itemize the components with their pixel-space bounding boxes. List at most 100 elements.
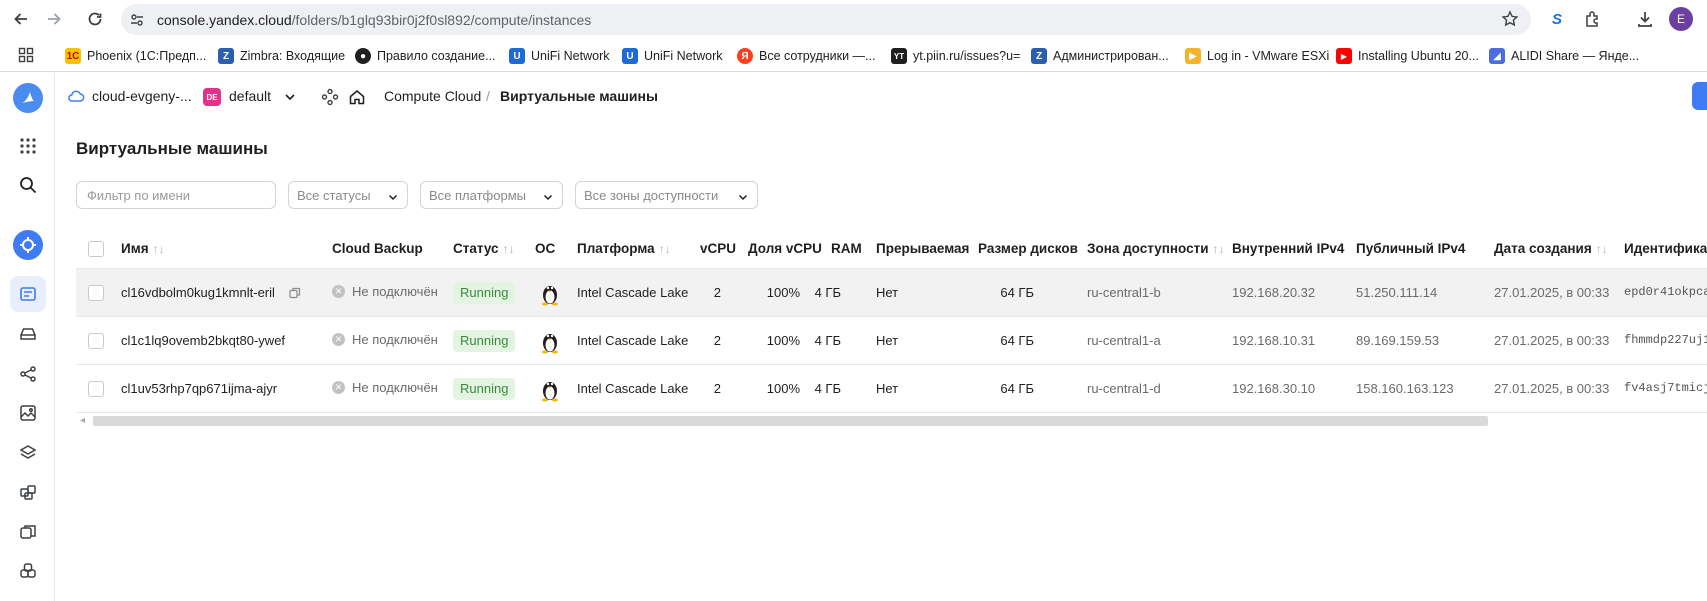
home-icon[interactable] — [348, 88, 366, 111]
back-button[interactable] — [9, 7, 33, 31]
address-bar[interactable]: console.yandex.cloud/folders/b1glq93bir0… — [121, 4, 1531, 35]
sort-icon[interactable]: ↑↓ — [153, 242, 165, 256]
column-header-platform[interactable]: Платформа ↑↓ — [577, 241, 671, 256]
platform-filter-select[interactable]: Все платформы — [420, 181, 563, 209]
yandex-cloud-logo-icon[interactable] — [10, 80, 46, 116]
bookmark-item[interactable]: Z Администрирован... — [1031, 46, 1169, 66]
instance-groups-icon[interactable] — [10, 474, 46, 510]
downloads-icon[interactable] — [1633, 7, 1657, 31]
copy-icon[interactable] — [289, 286, 301, 304]
chevron-down-icon[interactable] — [283, 90, 297, 109]
vm-id[interactable]: fhmmdp227uj1 — [1624, 333, 1707, 347]
forward-button[interactable] — [42, 7, 66, 31]
row-checkbox[interactable] — [88, 285, 104, 301]
service-map-icon[interactable] — [321, 88, 339, 111]
yandex-disk-icon: ◢ — [1489, 48, 1505, 64]
ipv4-public: 51.250.111.14 — [1356, 285, 1438, 300]
search-icon[interactable] — [10, 167, 46, 203]
site-settings-icon[interactable] — [129, 12, 145, 28]
compute-service-icon[interactable] — [10, 227, 46, 263]
services-grid-icon[interactable] — [10, 128, 46, 164]
bookmark-item[interactable]: U UniFi Network — [509, 46, 610, 66]
select-all-checkbox[interactable] — [88, 241, 104, 257]
sort-icon[interactable]: ↑↓ — [1213, 242, 1225, 256]
bookmark-item[interactable]: Я Все сотрудники —... — [737, 46, 875, 66]
bookmark-item[interactable]: Z Zimbra: Входящие — [218, 46, 345, 66]
backup-label: Не подключён — [352, 284, 438, 299]
bookmark-item[interactable]: ● Правило создание... — [355, 46, 496, 66]
bookmark-item[interactable]: ▶ Log in - VMware ESXi — [1185, 46, 1329, 66]
backup-status: ✕ Не подключён — [332, 332, 438, 347]
url-text[interactable]: console.yandex.cloud/folders/b1glq93bir0… — [157, 12, 591, 28]
created-date: 27.01.2025, в 00:33 — [1494, 285, 1610, 300]
bookmark-item[interactable]: ◢ ALIDI Share — Янде... — [1489, 46, 1639, 66]
table-row[interactable]: cl1uv53rhp7qp671ijma-ajyr ✕ Не подключён … — [76, 365, 1707, 413]
placement-groups-icon[interactable] — [10, 553, 46, 589]
bookmark-item[interactable]: 1С Phoenix (1С:Предп... — [65, 46, 206, 66]
bookmark-star-icon[interactable] — [1501, 10, 1519, 28]
bookmark-label: Zimbra: Входящие — [240, 49, 346, 63]
image-icon[interactable] — [10, 395, 46, 431]
column-label: Платформа — [577, 241, 655, 256]
apps-grid-icon[interactable] — [18, 47, 34, 68]
vm-name-link[interactable]: cl1c1lq9ovemb2bkqt80-ywef — [121, 333, 285, 348]
zimbra-icon: Z — [1031, 48, 1047, 64]
disk-icon[interactable] — [10, 316, 46, 352]
bookmark-label: Правило создание... — [377, 49, 496, 63]
snapshots-icon[interactable] — [10, 514, 46, 550]
vm-id[interactable]: fv4asj7tmicj — [1624, 381, 1707, 395]
bookmark-label: UniFi Network — [531, 49, 610, 63]
column-header-name[interactable]: Имя ↑↓ — [121, 241, 165, 256]
youtube-icon: ▶ — [1336, 48, 1352, 64]
unifi-icon: U — [509, 48, 525, 64]
extension-s-icon[interactable]: S — [1545, 7, 1569, 31]
vcpu-share: 100% — [766, 333, 800, 348]
row-checkbox[interactable] — [88, 381, 104, 397]
name-filter-input[interactable]: Фильтр по имени — [76, 181, 276, 209]
status-filter-select[interactable]: Все статусы — [288, 181, 408, 209]
zone-filter-select[interactable]: Все зоны доступности — [575, 181, 758, 209]
preemptible: Нет — [876, 381, 899, 396]
page-title: Виртуальные машины — [76, 139, 268, 158]
layers-icon[interactable] — [10, 435, 46, 471]
column-header-ram: RAM — [831, 241, 862, 256]
youtrack-icon: YT — [891, 48, 907, 64]
row-checkbox[interactable] — [88, 333, 104, 349]
vm-name-link[interactable]: cl1uv53rhp7qp671ijma-ajyr — [121, 381, 277, 396]
reload-button[interactable] — [83, 7, 107, 31]
horizontal-scrollbar[interactable] — [93, 416, 1488, 426]
column-header-zone[interactable]: Зона доступности ↑↓ — [1087, 241, 1225, 256]
breadcrumb-service[interactable]: Compute Cloud — [384, 88, 481, 104]
profile-initial: E — [1676, 12, 1685, 26]
sort-icon[interactable]: ↑↓ — [503, 242, 515, 256]
folder-badge: DE — [203, 88, 221, 106]
column-header-id: Идентификат — [1624, 241, 1707, 256]
profile-avatar[interactable]: E — [1669, 7, 1693, 31]
create-vm-button[interactable] — [1692, 82, 1707, 110]
x-circle-icon: ✕ — [332, 285, 345, 298]
bookmark-item[interactable]: U UniFi Network — [622, 46, 723, 66]
bookmark-item[interactable]: ▶ Installing Ubuntu 20... — [1336, 46, 1479, 66]
table-row[interactable]: cl1c1lq9ovemb2bkqt80-ywef ✕ Не подключён … — [76, 317, 1707, 365]
column-header-created[interactable]: Дата создания ↑↓ — [1494, 241, 1608, 256]
cloud-selector[interactable]: cloud-evgeny-... — [92, 88, 192, 104]
bookmark-item[interactable]: YT yt.piin.ru/issues?u= — [891, 46, 1020, 66]
bookmark-label: Log in - VMware ESXi — [1207, 49, 1330, 63]
folder-selector[interactable]: default — [229, 88, 271, 104]
vm-name-link[interactable]: cl16vdbolm0kug1kmnlt-eril — [121, 285, 275, 300]
column-header-os: ОС — [535, 241, 556, 256]
vcpu: 2 — [713, 285, 721, 300]
vm-id[interactable]: epd0r41okpca — [1624, 285, 1707, 299]
column-header-status[interactable]: Статус ↑↓ — [453, 241, 515, 256]
table-row[interactable]: cl16vdbolm0kug1kmnlt-eril ✕ Не подключён … — [76, 269, 1707, 317]
ipv4-internal: 192.168.10.31 — [1232, 333, 1316, 348]
extensions-puzzle-icon[interactable] — [1581, 7, 1605, 31]
backup-label: Не подключён — [352, 380, 438, 395]
vm-list-icon[interactable] — [10, 276, 46, 312]
sort-icon[interactable]: ↑↓ — [1596, 242, 1608, 256]
scroll-left-arrow-icon[interactable]: ◂ — [80, 415, 85, 426]
network-icon[interactable] — [10, 356, 46, 392]
sort-icon[interactable]: ↑↓ — [659, 242, 671, 256]
column-label: Дата создания — [1494, 241, 1592, 256]
platform-filter-label: Все платформы — [429, 188, 526, 203]
